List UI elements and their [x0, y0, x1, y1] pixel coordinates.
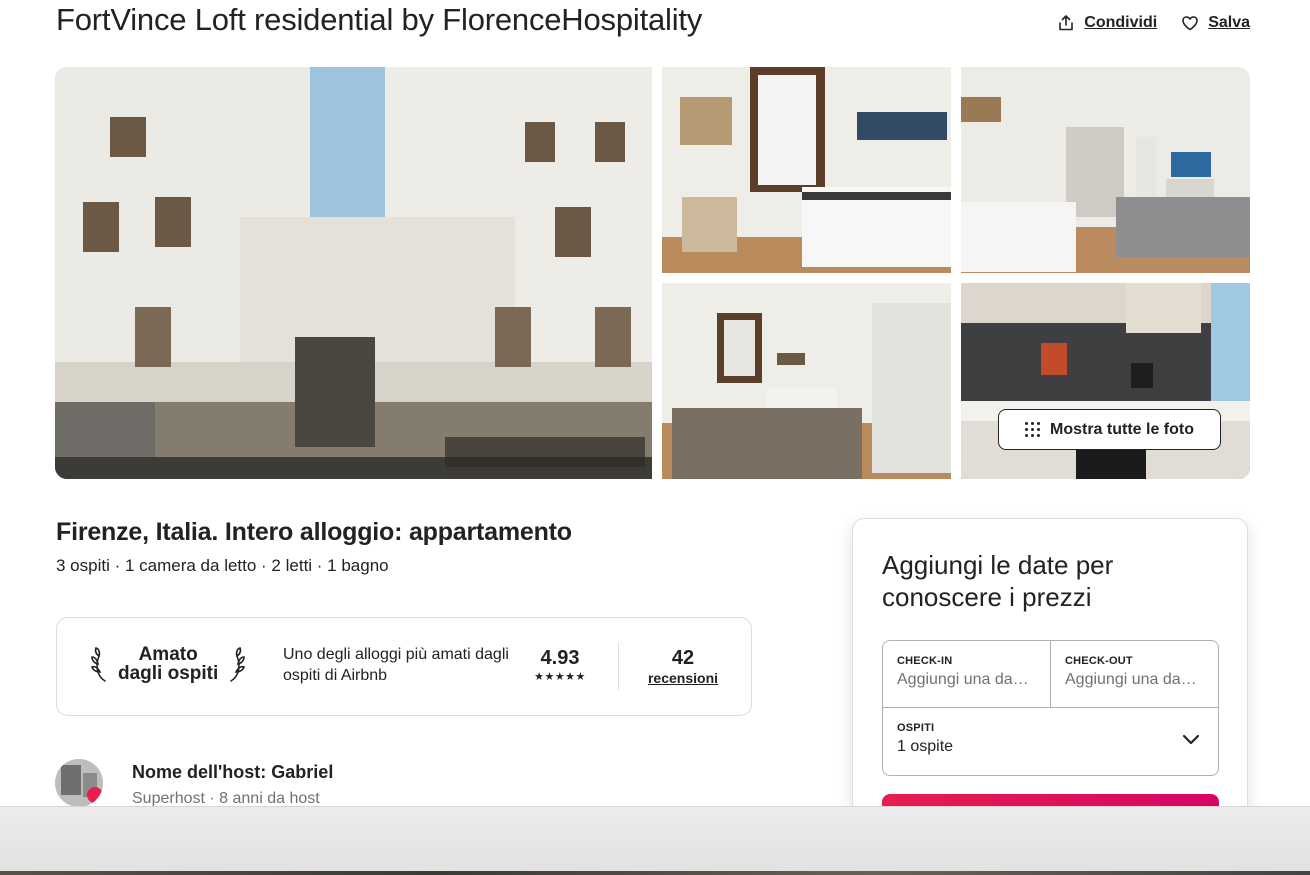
chevron-down-icon [1182, 734, 1200, 745]
reviews-link[interactable]: 42 recensioni [643, 647, 723, 686]
laurel-left-icon [90, 646, 106, 682]
listing-actions: Condividi Salva [1057, 14, 1250, 32]
photo-main[interactable] [55, 67, 652, 479]
checkout-field[interactable]: CHECK-OUT Aggiungi una da… [1051, 641, 1218, 708]
divider [618, 642, 619, 690]
booking-card: Aggiungi le date per conoscere i prezzi … [852, 518, 1248, 842]
booking-inputs: CHECK-IN Aggiungi una da… CHECK-OUT Aggi… [882, 640, 1219, 776]
checkin-label: CHECK-IN [897, 655, 953, 667]
reviews-count: 42 [671, 647, 695, 669]
save-label: Salva [1208, 14, 1250, 31]
rating-value: 4.93 [540, 647, 580, 669]
checkin-field[interactable]: CHECK-IN Aggiungi una da… [883, 641, 1051, 708]
share-icon [1059, 15, 1074, 31]
guests-value: 1 ospite [897, 738, 954, 755]
badge-line-1: Amato [138, 644, 198, 665]
guest-favorite-card: Amato dagli ospiti Uno degli alloggi più… [56, 617, 752, 716]
listing-subtitle: Firenze, Italia. Intero alloggio: appart… [56, 518, 572, 546]
checkin-value: Aggiungi una da… [897, 671, 1029, 688]
guests-field[interactable]: OSPITI 1 ospite [883, 708, 1218, 775]
guest-favorite-badge: Amato dagli ospiti [90, 644, 246, 684]
photo-bedroom[interactable] [662, 67, 951, 273]
guest-favorite-description: Uno degli alloggi più amati dagli ospiti… [283, 646, 509, 684]
guests-label: OSPITI [897, 722, 935, 734]
reviews-label: recensioni [647, 670, 719, 686]
listing-details: 3 ospiti · 1 camera da letto · 2 letti ·… [56, 556, 389, 575]
host-name: Nome dell'host: Gabriel [132, 762, 334, 782]
save-button[interactable]: Salva [1181, 14, 1250, 32]
rating-stars: ★★★★★ [534, 671, 586, 683]
rating: 4.93 ★★★★★ [527, 647, 593, 683]
show-all-photos-label: Mostra tutte le foto [1050, 420, 1194, 438]
share-button[interactable]: Condividi [1057, 14, 1157, 32]
photo-living[interactable] [961, 67, 1250, 273]
checkout-value: Aggiungi una da… [1065, 671, 1197, 688]
photo-room[interactable] [662, 283, 951, 479]
laurel-right-icon [230, 646, 246, 682]
heart-icon [1182, 16, 1198, 31]
host-avatar[interactable] [55, 759, 103, 807]
share-label: Condividi [1084, 14, 1158, 31]
show-all-photos-button[interactable]: Mostra tutte le foto [998, 409, 1221, 450]
browser-bottom-bar [0, 806, 1310, 875]
booking-title: Aggiungi le date per conoscere i prezzi [882, 550, 1114, 612]
listing-title: FortVince Loft residential by FlorenceHo… [56, 2, 703, 37]
checkout-label: CHECK-OUT [1065, 655, 1133, 667]
badge-line-2: dagli ospiti [118, 663, 219, 684]
grid-icon [1025, 422, 1040, 437]
